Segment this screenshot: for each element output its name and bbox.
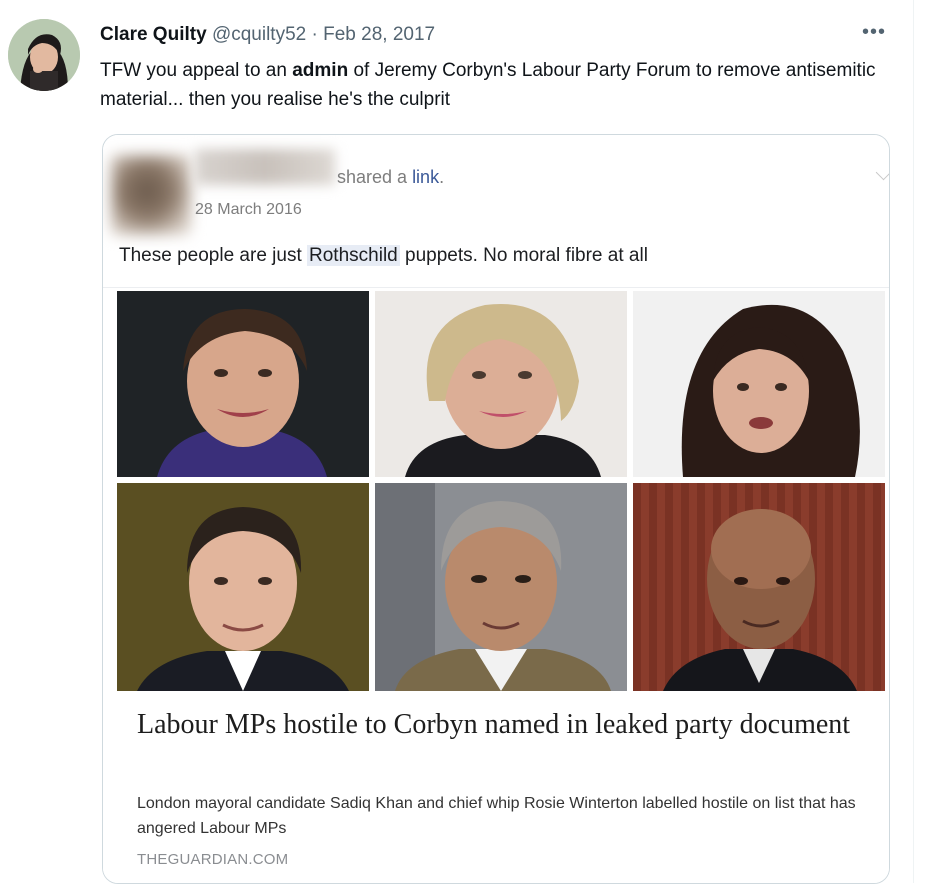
article-domain: THEGUARDIAN.COM <box>137 851 289 868</box>
tweet-text-before: TFW you appeal to an <box>100 60 293 81</box>
avatar[interactable] <box>8 19 80 91</box>
more-horizontal-icon[interactable]: ••• <box>862 22 886 42</box>
tweet-text: TFW you appeal to an admin of Jeremy Cor… <box>100 56 880 114</box>
photo-3 <box>633 291 885 477</box>
post-text-after: puppets. No moral fibre at all <box>399 245 648 266</box>
shared-link: link <box>412 167 440 187</box>
attached-image-card[interactable]: shared a link. 28 March 2016 These peopl… <box>102 134 890 884</box>
article-headline: Labour MPs hostile to Corbyn named in le… <box>137 709 851 740</box>
tweet-text-bold: admin <box>292 60 349 81</box>
post-divider <box>103 287 889 288</box>
photo-2 <box>375 291 627 477</box>
shared-period: . <box>439 167 445 187</box>
shared-a-link-text: shared a link. <box>337 167 444 188</box>
post-text-highlight: Rothschild <box>307 245 400 266</box>
timeline-divider <box>913 0 914 883</box>
post-text-before: These people are just <box>119 245 308 266</box>
blurred-profile-picture <box>111 155 191 235</box>
photo-5 <box>375 483 627 691</box>
tweet: Clare Quilty @cquilty52 · Feb 28, 2017 •… <box>0 0 916 884</box>
photo-6 <box>633 483 885 691</box>
tweet-header: Clare Quilty @cquilty52 · Feb 28, 2017 <box>100 22 435 48</box>
photo-4 <box>117 483 369 691</box>
facebook-post-screenshot: shared a link. 28 March 2016 These peopl… <box>103 135 889 883</box>
author-handle[interactable]: @cquilty52 <box>212 24 306 45</box>
author-name[interactable]: Clare Quilty <box>100 24 207 45</box>
blurred-profile-name <box>195 149 335 185</box>
post-text: These people are just Rothschild puppets… <box>119 245 648 267</box>
shared-text: shared a <box>337 167 413 187</box>
post-date: 28 March 2016 <box>195 201 302 218</box>
avatar-image <box>8 19 80 91</box>
chevron-down-icon <box>875 164 889 181</box>
tweet-date[interactable]: Feb 28, 2017 <box>323 24 435 45</box>
separator-dot: · <box>311 24 318 45</box>
photo-1 <box>117 291 369 477</box>
photo-grid <box>117 291 885 691</box>
article-description: London mayoral candidate Sadiq Khan and … <box>137 795 856 837</box>
